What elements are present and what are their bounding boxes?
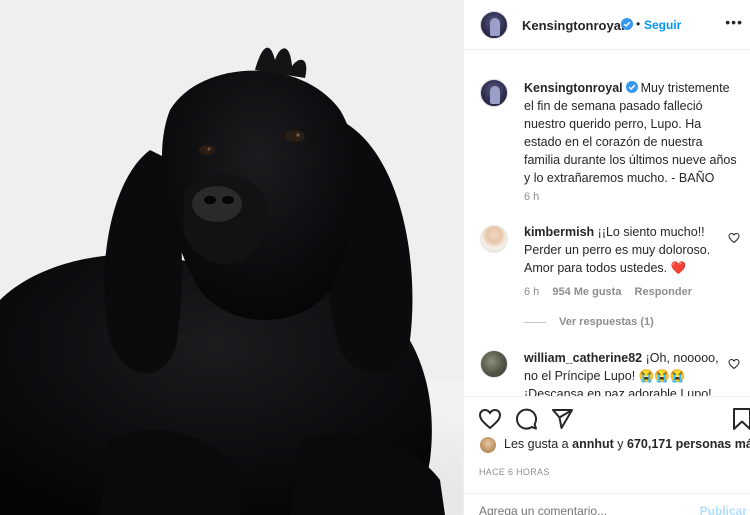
like-comment-icon[interactable] — [728, 358, 740, 370]
comment-line: ¡¡Lo siento mucho!! — [597, 225, 705, 239]
likes-summary[interactable]: Les gusta a annhut y 670,171 personas má… — [504, 437, 750, 451]
post-actions: Les gusta a annhut y 670,171 personas má… — [464, 396, 750, 515]
verified-icon — [625, 81, 638, 93]
comment-likes[interactable]: 954 Me gusta — [552, 286, 621, 298]
publish-button[interactable]: Publicar — [700, 504, 747, 515]
dog-photo-illustration — [0, 0, 463, 515]
comment-line: ¡Descansa en paz adorable Lupo! — [524, 387, 712, 396]
post-header: Kensingtonroyal • Seguir ••• — [464, 0, 750, 50]
caption-line: estado en el corazón de nuestra — [524, 135, 703, 149]
author-handle[interactable]: Kensingtonroyal — [522, 18, 625, 33]
follow-button[interactable]: Seguir — [644, 18, 681, 32]
post-details-panel: Kensingtonroyal • Seguir ••• Kensingtonr… — [463, 0, 750, 515]
comment-icon[interactable] — [514, 407, 538, 431]
caption-author-avatar[interactable] — [480, 79, 508, 107]
reply-button[interactable]: Responder — [635, 286, 692, 298]
comment-line: ¡Oh, nooooo, — [645, 351, 719, 365]
comment: william_catherine82 ¡Oh, nooooo, no el P… — [524, 349, 729, 396]
post-photo[interactable] — [0, 0, 463, 515]
caption-line: y lo extrañaremos mucho. - BAÑO — [524, 171, 715, 185]
comment-author[interactable]: kimbermish — [524, 225, 594, 239]
caption-line: el fin de semana pasado falleció — [524, 99, 703, 113]
like-comment-icon[interactable] — [728, 232, 740, 244]
heart-icon[interactable] — [478, 407, 502, 431]
comment-author[interactable]: william_catherine82 — [524, 351, 642, 365]
comment-line: no el Príncipe Lupo! 😭😭😭 — [524, 369, 686, 383]
caption-line: familia durante los últimos nueve años — [524, 153, 737, 167]
bookmark-icon[interactable] — [730, 407, 750, 431]
caption: Kensingtonroyal Muy tristemente el fin de… — [524, 79, 744, 187]
share-icon[interactable] — [550, 407, 574, 431]
separator-dot: • — [636, 17, 641, 31]
verified-icon — [621, 18, 633, 30]
add-comment-row: Publicar — [464, 493, 750, 515]
commenter-avatar[interactable] — [480, 225, 508, 253]
view-replies-button[interactable]: Ver respuestas (1) — [559, 316, 654, 328]
caption-time[interactable]: 6 h — [524, 191, 539, 203]
comment-time[interactable]: 6 h — [524, 286, 539, 298]
comment-meta: 6 h 954 Me gusta Responder — [524, 286, 692, 298]
caption-author[interactable]: Kensingtonroyal — [524, 81, 623, 95]
comment: kimbermish ¡¡Lo siento mucho!! Perder un… — [524, 223, 729, 277]
more-options-icon[interactable]: ••• — [725, 14, 743, 30]
author-avatar[interactable] — [480, 11, 508, 39]
comments-list[interactable]: Kensingtonroyal Muy tristemente el fin de… — [464, 50, 750, 396]
likes-prefix: Les gusta a — [504, 437, 569, 451]
comment-line: Perder un perro es muy doloroso. — [524, 243, 711, 257]
replies-divider — [524, 322, 546, 323]
comment-line: Amor para todos ustedes. — [524, 261, 668, 275]
heart-emoji: ❤️ — [670, 261, 687, 275]
add-comment-input[interactable] — [479, 504, 679, 515]
commenter-avatar[interactable] — [480, 350, 508, 378]
liker-user[interactable]: annhut — [572, 437, 614, 451]
post-timestamp[interactable]: HACE 6 HORAS — [479, 467, 550, 477]
caption-line: Muy tristemente — [640, 81, 730, 95]
liker-avatar[interactable] — [479, 436, 497, 454]
likes-connector: y — [617, 437, 624, 451]
caption-line: nuestro querido perro, Lupo. Ha — [524, 117, 702, 131]
likes-count[interactable]: 670,171 personas más — [627, 437, 750, 451]
